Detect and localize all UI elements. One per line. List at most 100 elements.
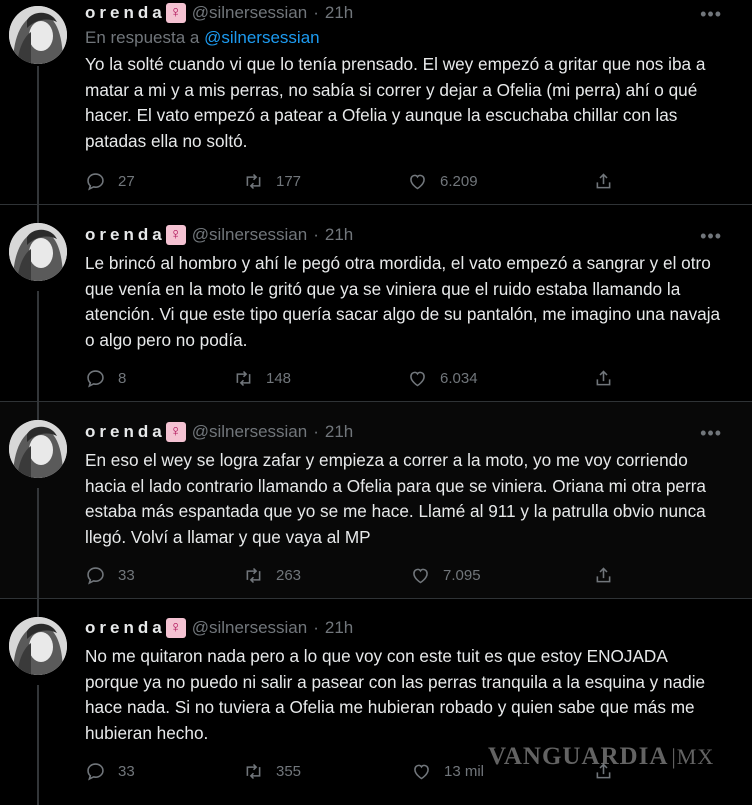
handle[interactable]: @silnersessian — [192, 225, 308, 245]
retweet-count: 177 — [276, 172, 302, 190]
share-icon — [596, 566, 611, 582]
like-count: 6.034 — [440, 369, 478, 387]
retweet-count: 355 — [276, 762, 302, 780]
venus-emoji-icon: ♀ — [165, 618, 186, 638]
reply-count: 33 — [118, 566, 135, 584]
avatar-image — [9, 6, 67, 64]
display-name[interactable]: orenda — [85, 618, 166, 638]
action-bar: 8 148 6.034 — [85, 367, 645, 389]
more-icon[interactable]: ••• — [700, 423, 722, 444]
avatar[interactable] — [9, 617, 67, 675]
retweet-icon — [246, 763, 261, 779]
thread-line — [37, 488, 39, 599]
tweet-text: En eso el wey se logra zafar y empieza a… — [85, 450, 706, 547]
thread-line — [37, 402, 39, 422]
retweet-count: 263 — [276, 566, 302, 584]
venus-emoji-icon: ♀ — [165, 3, 186, 23]
handle[interactable]: @silnersessian — [192, 618, 308, 638]
reply-prefix: En respuesta a — [85, 28, 205, 47]
reply-icon — [87, 566, 104, 584]
reply-count: 8 — [118, 369, 127, 387]
like-count: 13 mil — [444, 762, 485, 780]
display-name[interactable]: orenda — [85, 422, 166, 442]
thread-line — [37, 599, 39, 619]
tweet[interactable]: orenda ♀ @silnersessian · 21h ••• En res… — [0, 0, 752, 205]
retweet-button[interactable]: 177 — [243, 171, 301, 192]
tweet[interactable]: orenda ♀ @silnersessian · 21h ••• En eso… — [0, 402, 752, 599]
separator-dot: · — [313, 225, 319, 244]
separator-dot: · — [313, 618, 319, 637]
separator-dot: · — [313, 422, 319, 441]
tweet-text: Yo la solté cuando vi que lo tenía prens… — [85, 54, 706, 151]
avatar-image — [9, 420, 67, 478]
share-icon — [596, 172, 611, 188]
avatar[interactable] — [9, 420, 67, 478]
tweet-header: orenda ♀ @silnersessian · 21h — [85, 224, 353, 246]
watermark-suffix: |MX — [671, 744, 715, 769]
share-button[interactable] — [593, 368, 614, 389]
action-bar: 33 263 7.095 — [85, 564, 645, 586]
reply-icon — [87, 172, 104, 190]
thread-line — [37, 205, 39, 225]
thread-line — [37, 685, 39, 805]
reply-button[interactable]: 27 — [85, 171, 135, 192]
share-icon — [596, 369, 611, 385]
like-count: 6.209 — [440, 172, 478, 190]
share-button[interactable] — [593, 565, 614, 586]
avatar-image — [9, 617, 67, 675]
thread-line — [37, 291, 39, 402]
retweet-button[interactable]: 355 — [243, 761, 301, 782]
tweet-header: orenda ♀ @silnersessian · 21h — [85, 421, 353, 443]
share-button[interactable] — [593, 171, 614, 192]
more-icon[interactable]: ••• — [700, 226, 722, 247]
retweet-icon — [246, 173, 261, 189]
venus-emoji-icon: ♀ — [165, 225, 186, 245]
timestamp[interactable]: 21h — [325, 225, 353, 245]
like-icon — [410, 174, 425, 189]
reply-icon — [87, 369, 104, 387]
tweet-text: No me quitaron nada pero a lo que voy co… — [85, 646, 706, 743]
tweet[interactable]: orenda ♀ @silnersessian · 21h No me quit… — [0, 599, 752, 805]
like-icon — [410, 371, 425, 386]
tweet-header: orenda ♀ @silnersessian · 21h — [85, 2, 353, 24]
avatar[interactable] — [9, 6, 67, 64]
watermark-brand: VANGUARDIA — [488, 743, 669, 770]
like-icon — [414, 764, 429, 779]
like-button[interactable]: 13 mil — [411, 761, 484, 782]
like-button[interactable]: 6.034 — [407, 368, 478, 389]
action-bar: 27 177 6.209 — [85, 170, 645, 192]
retweet-count: 148 — [266, 369, 292, 387]
like-button[interactable]: 7.095 — [410, 565, 481, 586]
reply-icon — [87, 762, 104, 780]
retweet-button[interactable]: 148 — [233, 368, 291, 389]
more-icon[interactable]: ••• — [700, 4, 722, 25]
timestamp[interactable]: 21h — [325, 618, 353, 638]
retweet-button[interactable]: 263 — [243, 565, 301, 586]
avatar-image — [9, 223, 67, 281]
tweet[interactable]: orenda ♀ @silnersessian · 21h ••• Le bri… — [0, 205, 752, 402]
timestamp[interactable]: 21h — [325, 422, 353, 442]
reply-context: En respuesta a @silnersessian — [85, 28, 320, 48]
vanguardia-watermark: VANGUARDIA |MX — [488, 743, 714, 771]
timestamp[interactable]: 21h — [325, 3, 353, 23]
display-name[interactable]: orenda — [85, 3, 166, 23]
handle[interactable]: @silnersessian — [192, 3, 308, 23]
avatar[interactable] — [9, 223, 67, 281]
thread-line — [37, 66, 39, 205]
reply-button[interactable]: 8 — [85, 368, 126, 389]
handle[interactable]: @silnersessian — [192, 422, 308, 442]
reply-mention-link[interactable]: @silnersessian — [204, 28, 320, 47]
like-icon — [413, 568, 428, 583]
venus-emoji-icon: ♀ — [165, 422, 186, 442]
like-button[interactable]: 6.209 — [407, 171, 478, 192]
retweet-icon — [246, 567, 261, 583]
reply-count: 33 — [118, 762, 135, 780]
separator-dot: · — [313, 3, 319, 22]
tweet-header: orenda ♀ @silnersessian · 21h — [85, 617, 353, 639]
reply-button[interactable]: 33 — [85, 565, 135, 586]
like-count: 7.095 — [443, 566, 481, 584]
tweet-text: Le brincó al hombro y ahí le pegó otra m… — [85, 253, 721, 350]
reply-count: 27 — [118, 172, 135, 190]
reply-button[interactable]: 33 — [85, 761, 135, 782]
display-name[interactable]: orenda — [85, 225, 166, 245]
